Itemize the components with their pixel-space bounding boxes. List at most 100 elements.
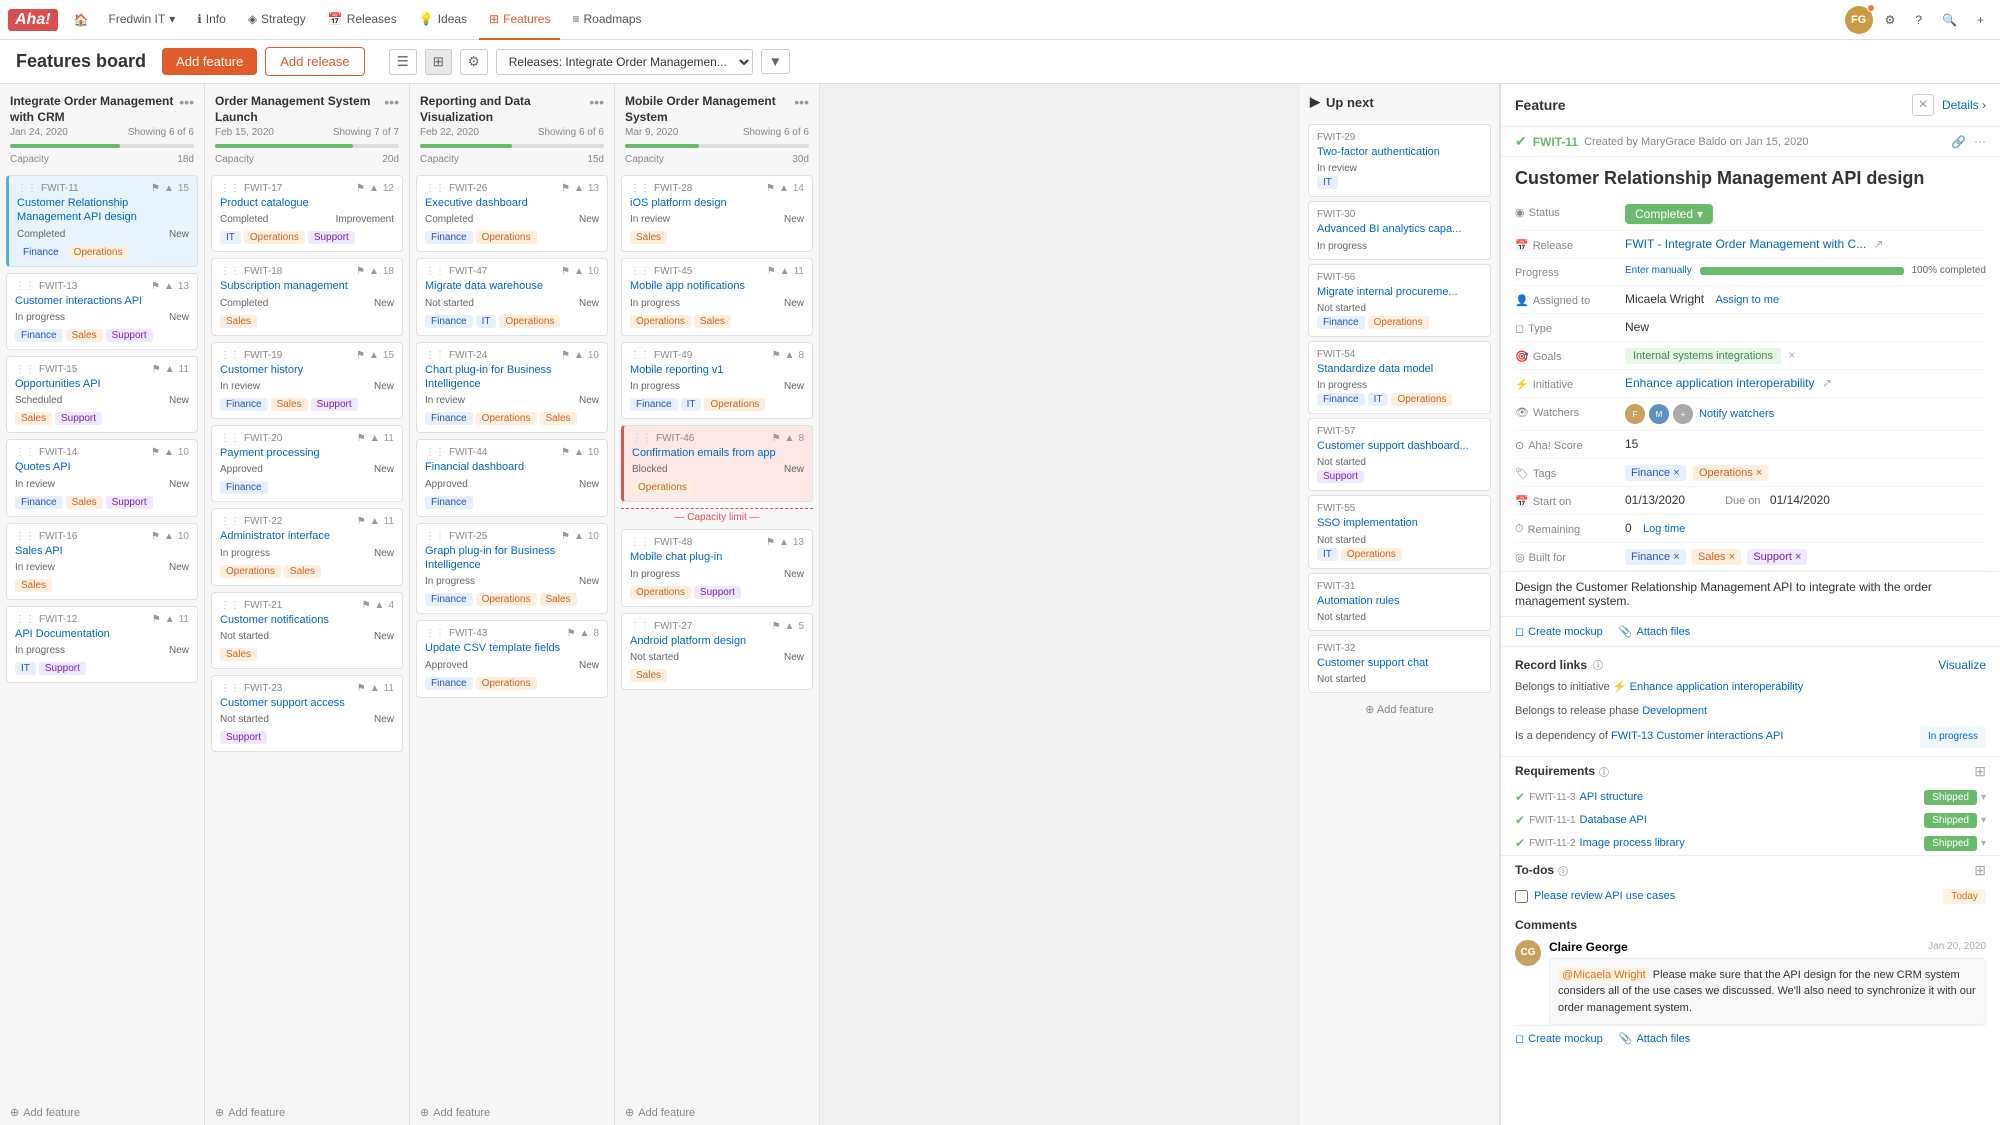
card-title[interactable]: Confirmation emails from app [632, 446, 804, 460]
card-FWIT-47[interactable]: ⋮⋮ FWIT-47 ⚑ ▲ 10 Migrate data warehouse… [416, 258, 608, 335]
column-menu-button[interactable]: ••• [794, 94, 809, 110]
card-title[interactable]: Migrate data warehouse [425, 279, 599, 293]
todo1-title[interactable]: Please review API use cases [1534, 890, 1675, 902]
list-view-button[interactable]: ☰ [389, 49, 417, 75]
built-sales-remove[interactable]: × [1729, 551, 1735, 563]
up-next-card-title[interactable]: Advanced BI analytics capa... [1317, 222, 1482, 236]
card-FWIT-43[interactable]: ⋮⋮ FWIT-43 ⚑ ▲ 8 Update CSV template fie… [416, 620, 608, 697]
more-icon[interactable]: ⋯ [1974, 135, 1986, 149]
settings-button[interactable]: ⚙ [1877, 9, 1904, 31]
add-feature-up-next[interactable]: ⊕ Add feature [1300, 697, 1499, 722]
up-next-card-FWIT-55[interactable]: FWIT-55 SSO implementation Not started I… [1308, 495, 1491, 568]
tag-finance-remove[interactable]: × [1673, 467, 1679, 479]
req1-title[interactable]: API structure [1580, 791, 1644, 803]
column-menu-button[interactable]: ••• [179, 94, 194, 110]
nav-ideas-button[interactable]: 💡 Ideas [409, 0, 477, 40]
card-FWIT-49[interactable]: ⋮⋮ FWIT-49 ⚑ ▲ 8 Mobile reporting v1 In … [621, 342, 813, 419]
up-next-card-title[interactable]: SSO implementation [1317, 516, 1482, 530]
card-FWIT-17[interactable]: ⋮⋮ FWIT-17 ⚑ ▲ 12 Product catalogue Comp… [211, 175, 403, 252]
card-title[interactable]: Mobile reporting v1 [630, 363, 804, 377]
nav-roadmaps-button[interactable]: ≡ Roadmaps [562, 0, 651, 40]
up-next-card-title[interactable]: Migrate internal procureme... [1317, 285, 1482, 299]
card-FWIT-11[interactable]: ⋮⋮ FWIT-11 ⚑ ▲ 15 Customer Relationship … [6, 175, 198, 267]
card-title[interactable]: Customer support access [220, 696, 394, 710]
add-feature-button[interactable]: Add feature [162, 48, 257, 75]
up-next-card-FWIT-29[interactable]: FWIT-29 Two-factor authentication In rev… [1308, 124, 1491, 197]
filter-button[interactable]: ▼ [761, 49, 790, 74]
up-next-card-title[interactable]: Automation rules [1317, 594, 1482, 608]
card-title[interactable]: API Documentation [15, 627, 189, 641]
req1-status[interactable]: Shipped [1924, 790, 1977, 805]
built-finance-remove[interactable]: × [1673, 551, 1679, 563]
card-FWIT-46[interactable]: ⋮⋮ FWIT-46 ⚑ ▲ 8 Confirmation emails fro… [621, 425, 813, 502]
help-button[interactable]: ? [1907, 9, 1930, 31]
card-FWIT-24[interactable]: ⋮⋮ FWIT-24 ⚑ ▲ 10 Chart plug-in for Busi… [416, 342, 608, 434]
card-title[interactable]: Sales API [15, 544, 189, 558]
card-title[interactable]: Administrator interface [220, 529, 394, 543]
req2-title[interactable]: Database API [1580, 814, 1647, 826]
create-mockup-link[interactable]: ◻ Create mockup [1515, 625, 1603, 638]
add-button[interactable]: + [1969, 9, 1992, 31]
card-title[interactable]: Customer interactions API [15, 294, 189, 308]
up-next-card-FWIT-56[interactable]: FWIT-56 Migrate internal procureme... No… [1308, 264, 1491, 337]
card-FWIT-27[interactable]: ⋮⋮ FWIT-27 ⚑ ▲ 5 Android platform design… [621, 613, 813, 690]
up-next-card-FWIT-31[interactable]: FWIT-31 Automation rules Not started [1308, 573, 1491, 631]
up-next-card-FWIT-54[interactable]: FWIT-54 Standardize data model In progre… [1308, 341, 1491, 414]
card-FWIT-19[interactable]: ⋮⋮ FWIT-19 ⚑ ▲ 15 Customer history In re… [211, 342, 403, 419]
card-FWIT-48[interactable]: ⋮⋮ FWIT-48 ⚑ ▲ 13 Mobile chat plug-in In… [621, 529, 813, 606]
user-avatar[interactable]: FG [1845, 6, 1873, 34]
requirements-add-icon[interactable]: ⊞ [1974, 763, 1986, 780]
nav-releases-button[interactable]: 📅 Releases [318, 0, 407, 40]
column-menu-button[interactable]: ••• [589, 94, 604, 110]
card-title[interactable]: Subscription management [220, 279, 394, 293]
up-next-header[interactable]: ▶ Up next [1300, 84, 1499, 120]
comment-attach-link[interactable]: 📎 Attach files [1619, 1032, 1691, 1045]
todos-add-icon[interactable]: ⊞ [1974, 862, 1986, 879]
development-link[interactable]: Development [1642, 705, 1707, 717]
card-title[interactable]: Executive dashboard [425, 196, 599, 210]
search-button[interactable]: 🔍 [1934, 9, 1965, 31]
initiative-link-record[interactable]: Enhance application interoperability [1630, 681, 1804, 693]
req3-status[interactable]: Shipped [1924, 836, 1977, 851]
add-feature-row[interactable]: ⊕ Add feature [410, 1100, 614, 1125]
req1-dropdown-icon[interactable]: ▾ [1981, 792, 1986, 803]
up-next-card-FWIT-57[interactable]: FWIT-57 Customer support dashboard... No… [1308, 418, 1491, 491]
add-feature-row[interactable]: ⊕ Add feature [205, 1100, 409, 1125]
card-title[interactable]: Android platform design [630, 634, 804, 648]
attach-files-link[interactable]: 📎 Attach files [1619, 625, 1691, 638]
up-next-card-title[interactable]: Two-factor authentication [1317, 145, 1482, 159]
card-FWIT-26[interactable]: ⋮⋮ FWIT-26 ⚑ ▲ 13 Executive dashboard Co… [416, 175, 608, 252]
card-title[interactable]: Opportunities API [15, 377, 189, 391]
card-FWIT-22[interactable]: ⋮⋮ FWIT-22 ⚑ ▲ 11 Administrator interfac… [211, 508, 403, 585]
req3-dropdown-icon[interactable]: ▾ [1981, 838, 1986, 849]
dependency-link[interactable]: FWIT-13 Customer interactions API [1611, 730, 1783, 742]
log-time-link[interactable]: Log time [1643, 523, 1685, 535]
card-FWIT-45[interactable]: ⋮⋮ FWIT-45 ⚑ ▲ 11 Mobile app notificatio… [621, 258, 813, 335]
up-next-card-FWIT-32[interactable]: FWIT-32 Customer support chat Not starte… [1308, 635, 1491, 693]
add-feature-row[interactable]: ⊕ Add feature [615, 1100, 819, 1125]
nav-features-button[interactable]: ⊞ Features [479, 0, 560, 40]
detail-close-button[interactable]: × [1912, 94, 1934, 116]
status-badge[interactable]: Completed ▾ [1625, 204, 1713, 224]
card-FWIT-23[interactable]: ⋮⋮ FWIT-23 ⚑ ▲ 11 Customer support acces… [211, 675, 403, 752]
column-menu-button[interactable]: ••• [384, 94, 399, 110]
assign-me-link[interactable]: Assign to me [1715, 294, 1779, 306]
nav-info-button[interactable]: ℹ Info [187, 0, 236, 40]
card-title[interactable]: Financial dashboard [425, 460, 599, 474]
up-next-card-title[interactable]: Customer support chat [1317, 656, 1482, 670]
card-FWIT-28[interactable]: ⋮⋮ FWIT-28 ⚑ ▲ 14 iOS platform design In… [621, 175, 813, 252]
notify-watchers-link[interactable]: Notify watchers [1699, 408, 1774, 420]
card-title[interactable]: Payment processing [220, 446, 394, 460]
card-FWIT-12[interactable]: ⋮⋮ FWIT-12 ⚑ ▲ 11 API Documentation In p… [6, 606, 198, 683]
card-title[interactable]: Chart plug-in for Business Intelligence [425, 363, 599, 392]
card-title[interactable]: Graph plug-in for Business Intelligence [425, 544, 599, 573]
req2-dropdown-icon[interactable]: ▾ [1981, 815, 1986, 826]
card-FWIT-13[interactable]: ⋮⋮ FWIT-13 ⚑ ▲ 13 Customer interactions … [6, 273, 198, 350]
card-title[interactable]: Customer notifications [220, 613, 394, 627]
card-FWIT-25[interactable]: ⋮⋮ FWIT-25 ⚑ ▲ 10 Graph plug-in for Busi… [416, 523, 608, 615]
card-title[interactable]: Mobile app notifications [630, 279, 804, 293]
settings-view-button[interactable]: ⚙ [460, 49, 488, 75]
enter-manually-link[interactable]: Enter manually [1625, 265, 1692, 276]
nav-strategy-button[interactable]: ◈ Strategy [238, 0, 316, 40]
card-title[interactable]: Customer Relationship Management API des… [17, 196, 189, 225]
